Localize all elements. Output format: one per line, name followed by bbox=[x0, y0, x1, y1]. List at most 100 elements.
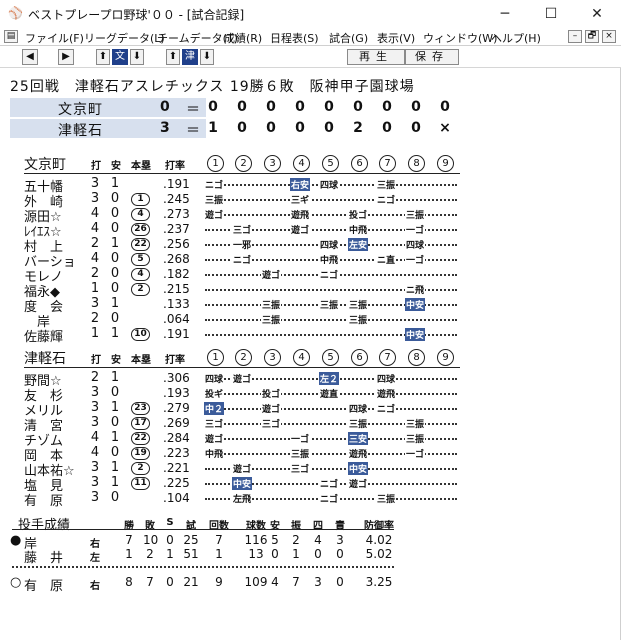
linescore-inning-value: 0 bbox=[411, 99, 421, 115]
player-avg: .223 bbox=[163, 446, 190, 460]
at-bat-result: 遊ゴ bbox=[204, 208, 225, 221]
at-bat-result: 遊ゴ bbox=[232, 372, 253, 385]
inning-number: 8 bbox=[408, 155, 425, 172]
at-bat-result: 三振 bbox=[348, 313, 369, 326]
at-bat-result: 三振 bbox=[376, 492, 397, 505]
player-avg: .221 bbox=[163, 461, 190, 475]
player-ab: 2 bbox=[90, 236, 100, 251]
home-up-button[interactable]: ⬆ bbox=[96, 49, 110, 65]
team-name: 文京町 bbox=[24, 157, 66, 173]
home-down-button[interactable]: ⬇ bbox=[130, 49, 144, 65]
player-name: 有 原 bbox=[24, 494, 64, 509]
menu-schedule[interactable]: 日程表(S) bbox=[270, 30, 319, 46]
inning-number: 2 bbox=[235, 349, 252, 366]
at-bat-result: 一邪 bbox=[232, 238, 253, 251]
menu-view[interactable]: 表示(V) bbox=[377, 30, 415, 46]
maximize-button[interactable]: ☐ bbox=[528, 0, 574, 28]
player-hits: 0 bbox=[110, 490, 120, 505]
linescore-inning-value: 0 bbox=[237, 99, 247, 115]
pitching-value: 21 bbox=[183, 575, 199, 589]
pitching-value: 4 bbox=[271, 575, 279, 589]
away-team-button[interactable]: 津 bbox=[182, 49, 198, 65]
pitching-value: 7 bbox=[292, 575, 300, 589]
away-down-button[interactable]: ⬇ bbox=[200, 49, 214, 65]
player-hits: 0 bbox=[110, 311, 120, 326]
at-bat-result: 三振 bbox=[348, 298, 369, 311]
inning-number: 7 bbox=[379, 155, 396, 172]
home-team-button[interactable]: 文 bbox=[112, 49, 128, 65]
at-bat-result: 三振 bbox=[376, 178, 397, 191]
player-ab: 3 bbox=[90, 385, 100, 400]
player-avg: .279 bbox=[163, 401, 190, 415]
pitching-divider bbox=[12, 566, 394, 568]
pitching-value: 7 bbox=[215, 533, 223, 547]
player-name: 佐藤輝 bbox=[24, 330, 64, 345]
minimize-button[interactable]: ─ bbox=[482, 0, 528, 28]
player-avg: .273 bbox=[163, 207, 190, 221]
player-hr: 11 bbox=[131, 477, 150, 490]
pitching-value: 13 bbox=[248, 547, 264, 561]
linescore-team-name: 津軽石 bbox=[58, 123, 103, 139]
next-game-button[interactable]: ▶ bbox=[58, 49, 74, 65]
player-hits: 1 bbox=[110, 370, 120, 385]
at-bat-result: 四球 bbox=[348, 402, 369, 415]
menu-game[interactable]: 試合(G) bbox=[329, 30, 368, 46]
menu-stats[interactable]: 成績(R) bbox=[224, 30, 262, 46]
player-hr: 5 bbox=[131, 253, 150, 266]
menu-window[interactable]: ウィンドウ(W) bbox=[423, 30, 497, 46]
pitcher-hand: 左 bbox=[90, 553, 100, 564]
hit-result: 中２ bbox=[204, 402, 225, 415]
menu-file[interactable]: ファイル(F) bbox=[25, 30, 84, 46]
player-hits: 0 bbox=[110, 445, 120, 460]
linescore-inning-value: 0 bbox=[237, 120, 247, 136]
pitching-header-underline bbox=[12, 529, 394, 530]
at-bat-result: 三ゴ bbox=[261, 417, 282, 430]
linescore-inning-value: 0 bbox=[295, 120, 305, 136]
at-bat-result: 三ゴ bbox=[232, 223, 253, 236]
player-avg: .104 bbox=[163, 491, 190, 505]
at-bat-result: 遊ゴ bbox=[232, 462, 253, 475]
linescore-inning-value: 2 bbox=[353, 120, 363, 136]
mdi-document-icon[interactable]: ▤ bbox=[4, 30, 18, 43]
inning-number: 8 bbox=[408, 349, 425, 366]
mdi-minimize-button[interactable]: – bbox=[568, 30, 582, 43]
away-up-button[interactable]: ⬆ bbox=[166, 49, 180, 65]
inning-number: 3 bbox=[264, 155, 281, 172]
prev-game-button[interactable]: ◀ bbox=[22, 49, 38, 65]
linescore-runs: 0 bbox=[160, 99, 170, 115]
player-ab: 2 bbox=[90, 370, 100, 385]
replay-button[interactable]: 再生 bbox=[347, 49, 405, 65]
at-bat-result: 三振 bbox=[261, 313, 282, 326]
player-hr: 2 bbox=[131, 283, 150, 296]
inning-number: 1 bbox=[207, 155, 224, 172]
player-avg: .225 bbox=[163, 476, 190, 490]
at-bat-timeline bbox=[205, 199, 457, 201]
player-ab: 2 bbox=[90, 266, 100, 281]
at-bat-result: 遊ゴ bbox=[261, 402, 282, 415]
player-hits: 1 bbox=[110, 475, 120, 490]
mdi-close-button[interactable]: × bbox=[602, 30, 616, 43]
player-hr: 23 bbox=[131, 402, 150, 415]
at-bat-result: 左飛 bbox=[232, 492, 253, 505]
at-bat-result: 遊飛 bbox=[290, 208, 311, 221]
mdi-restore-button[interactable]: 🗗 bbox=[585, 30, 599, 43]
player-hits: 1 bbox=[110, 236, 120, 251]
pitching-value: 0 bbox=[336, 547, 344, 561]
baseball-cap-icon: ⚾ bbox=[8, 6, 23, 20]
pitching-value: 4.02 bbox=[365, 533, 393, 547]
header-hr: 本塁 bbox=[131, 355, 151, 366]
close-button[interactable]: ✕ bbox=[574, 0, 620, 28]
menu-league-data[interactable]: リーグデータ(L) bbox=[84, 30, 165, 46]
player-hits: 0 bbox=[110, 415, 120, 430]
header-avg: 打率 bbox=[165, 355, 185, 366]
toolbar: ◀ ▶ ⬆ 文 ⬇ ⬆ 津 ⬇ 再生 保存 bbox=[0, 46, 621, 68]
header-hits: 安 bbox=[111, 161, 121, 172]
menu-help[interactable]: ヘルプ(H) bbox=[491, 30, 541, 46]
save-button[interactable]: 保存 bbox=[405, 49, 459, 65]
at-bat-result: 四球 bbox=[376, 372, 397, 385]
at-bat-result: 四球 bbox=[204, 372, 225, 385]
player-avg: .256 bbox=[163, 237, 190, 251]
at-bat-result: 三ギ bbox=[290, 193, 311, 206]
pitching-value: 1 bbox=[215, 547, 223, 561]
player-hits: 0 bbox=[110, 206, 120, 221]
